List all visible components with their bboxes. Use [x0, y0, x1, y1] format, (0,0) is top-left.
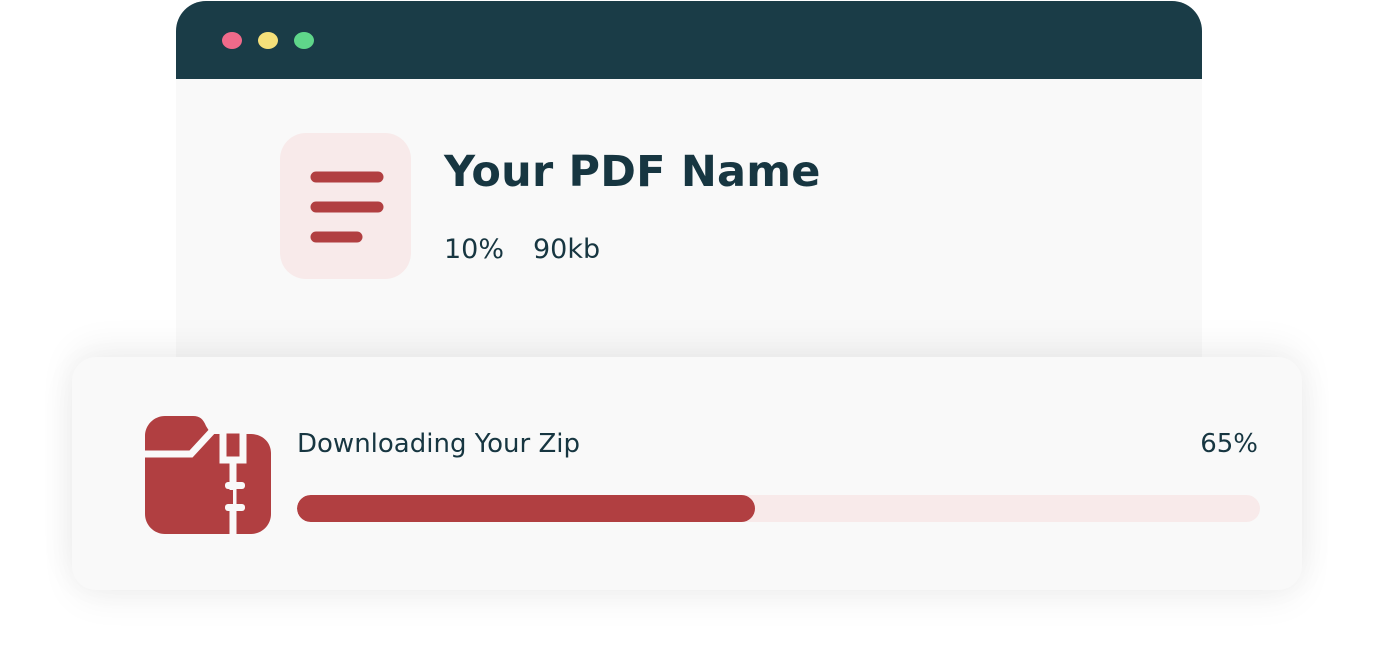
- download-progress-fill: [297, 495, 756, 522]
- document-lines-icon: [280, 133, 411, 279]
- download-card: Downloading Your Zip 65%: [72, 357, 1302, 590]
- maximize-window-dot[interactable]: [294, 32, 314, 49]
- illustration: Your PDF Name 10% 90kb Downloading Your …: [0, 0, 1374, 652]
- download-label: Downloading Your Zip: [297, 429, 581, 459]
- file-title: Your PDF Name: [444, 147, 821, 197]
- close-window-dot[interactable]: [222, 32, 242, 49]
- zip-folder-icon: [145, 416, 271, 534]
- file-percent: 10%: [444, 234, 505, 265]
- download-progress-bar: [297, 495, 1260, 522]
- download-percent: 65%: [1200, 429, 1258, 459]
- file-size: 90kb: [533, 234, 601, 265]
- minimize-window-dot[interactable]: [258, 32, 278, 49]
- window-titlebar: [176, 1, 1202, 79]
